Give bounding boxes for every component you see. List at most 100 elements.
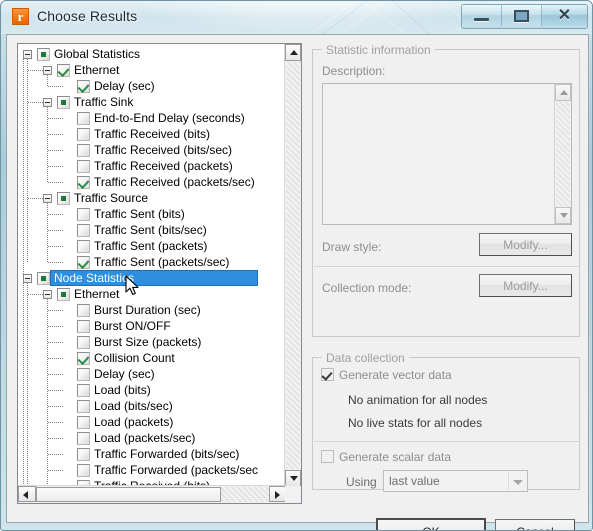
- window-controls: ✕: [461, 4, 588, 29]
- tree-row-checkbox[interactable]: [57, 192, 70, 205]
- tree-row[interactable]: End-to-End Delay (seconds): [18, 110, 287, 126]
- tree-row[interactable]: Traffic Sent (packets/sec): [18, 254, 287, 270]
- tree-row[interactable]: Traffic Sent (packets): [18, 238, 287, 254]
- tree-row[interactable]: Load (bits/sec): [18, 398, 287, 414]
- tree-row-checkbox[interactable]: [77, 176, 90, 189]
- tree-row[interactable]: Traffic Received (bits): [18, 126, 287, 142]
- tree-row-checkbox[interactable]: [77, 112, 90, 125]
- tree-row-checkbox[interactable]: [77, 128, 90, 141]
- tree-row-checkbox[interactable]: [57, 64, 70, 77]
- tree-row[interactable]: Load (bits): [18, 382, 287, 398]
- tree-collapse-icon[interactable]: [43, 290, 52, 299]
- tree-row[interactable]: Traffic Forwarded (packets/sec: [18, 462, 287, 478]
- minimize-button[interactable]: [462, 5, 502, 26]
- description-vscroll-track[interactable]: [556, 101, 570, 207]
- title-bar[interactable]: r Choose Results ✕: [1, 1, 592, 34]
- tree-row-label: Traffic Sent (packets): [94, 239, 208, 253]
- tree-row[interactable]: Traffic Forwarded (bits/sec): [18, 446, 287, 462]
- tree-collapse-icon[interactable]: [23, 50, 32, 59]
- scalar-using-combobox[interactable]: last value: [383, 470, 528, 492]
- restore-button[interactable]: [502, 5, 542, 26]
- tree-row-checkbox[interactable]: [77, 160, 90, 173]
- description-scroll-up-button[interactable]: [555, 84, 571, 101]
- generate-vector-data-checkbox[interactable]: [321, 368, 334, 381]
- tree-row[interactable]: Burst Size (packets): [18, 334, 287, 350]
- tree-row[interactable]: Ethernet: [18, 286, 287, 302]
- tree-row-label: Load (bits/sec): [94, 399, 173, 413]
- description-scroll-down-button[interactable]: [555, 207, 571, 224]
- tree-vertical-scrollbar[interactable]: [284, 44, 301, 487]
- tree-row-label: Collision Count: [94, 351, 175, 365]
- tree-row[interactable]: Node Statistics: [18, 270, 287, 286]
- tree-horizontal-scrollbar[interactable]: [18, 485, 287, 503]
- tree-row[interactable]: Traffic Received (bits/sec): [18, 142, 287, 158]
- tree-row-checkbox[interactable]: [77, 352, 90, 365]
- tree-row[interactable]: Burst Duration (sec): [18, 302, 287, 318]
- cancel-button[interactable]: Cancel: [495, 519, 575, 530]
- tree-row[interactable]: Traffic Sent (bits): [18, 206, 287, 222]
- tree-row-checkbox[interactable]: [77, 336, 90, 349]
- tree-row-checkbox[interactable]: [77, 224, 90, 237]
- tree-row-checkbox[interactable]: [37, 272, 50, 285]
- tree-row-checkbox[interactable]: [37, 48, 50, 61]
- tree-row-checkbox[interactable]: [77, 320, 90, 333]
- tree-collapse-icon[interactable]: [23, 274, 32, 283]
- tree-row[interactable]: Traffic Received (packets/sec): [18, 174, 287, 190]
- statistics-tree-panel: Global Statistics Ethernet Delay (sec) Traf…: [17, 43, 302, 504]
- tree-row-checkbox[interactable]: [77, 448, 90, 461]
- close-button[interactable]: ✕: [542, 5, 587, 26]
- tree-vscroll-thumb[interactable]: [285, 61, 301, 62]
- tree-row-checkbox[interactable]: [77, 384, 90, 397]
- tree-row-checkbox[interactable]: [77, 80, 90, 93]
- description-textbox[interactable]: [322, 83, 572, 225]
- tree-collapse-icon[interactable]: [43, 98, 52, 107]
- tree-row-container: Global Statistics Ethernet Delay (sec) Traf…: [18, 46, 287, 487]
- tree-vscroll-track[interactable]: [286, 62, 300, 469]
- tree-scroll-down-button[interactable]: [285, 470, 301, 487]
- scroll-up-arrow-icon: [290, 50, 298, 55]
- tree-row-checkbox[interactable]: [77, 208, 90, 221]
- description-vertical-scrollbar[interactable]: [554, 84, 571, 224]
- tree-row-checkbox[interactable]: [77, 400, 90, 413]
- tree-row[interactable]: Load (packets/sec): [18, 430, 287, 446]
- tree-row-checkbox[interactable]: [77, 432, 90, 445]
- collection-mode-modify-button[interactable]: Modify...: [479, 274, 572, 297]
- tree-row[interactable]: Load (packets): [18, 414, 287, 430]
- tree-row[interactable]: Collision Count: [18, 350, 287, 366]
- tree-scroll-left-button[interactable]: [18, 486, 36, 502]
- ok-button[interactable]: OK: [376, 518, 486, 530]
- tree-row-checkbox[interactable]: [77, 256, 90, 269]
- tree-row-checkbox[interactable]: [57, 96, 70, 109]
- tree-row[interactable]: Delay (sec): [18, 366, 287, 382]
- tree-row[interactable]: Ethernet: [18, 62, 287, 78]
- tree-row-checkbox[interactable]: [77, 464, 90, 477]
- tree-hscroll-thumb[interactable]: [36, 487, 221, 502]
- tree-row-label: Traffic Source: [74, 191, 149, 205]
- tree-row-checkbox[interactable]: [77, 240, 90, 253]
- scalar-using-dropdown-button[interactable]: [508, 472, 526, 490]
- tree-row[interactable]: Delay (sec): [18, 78, 287, 94]
- tree-row-label: Global Statistics: [54, 47, 141, 61]
- statistics-tree[interactable]: Global Statistics Ethernet Delay (sec) Traf…: [18, 44, 287, 487]
- tree-row[interactable]: Traffic Sent (bits/sec): [18, 222, 287, 238]
- tree-row-checkbox[interactable]: [77, 144, 90, 157]
- generate-scalar-data-checkbox[interactable]: [321, 450, 334, 463]
- tree-row-label: Burst ON/OFF: [94, 319, 171, 333]
- tree-row[interactable]: Global Statistics: [18, 46, 287, 62]
- tree-row-checkbox[interactable]: [77, 304, 90, 317]
- draw-style-modify-button[interactable]: Modify...: [479, 233, 572, 256]
- tree-row[interactable]: Traffic Source: [18, 190, 287, 206]
- tree-row-checkbox[interactable]: [77, 368, 90, 381]
- tree-row[interactable]: Traffic Sink: [18, 94, 287, 110]
- tree-scroll-up-button[interactable]: [285, 44, 301, 61]
- tree-collapse-icon[interactable]: [43, 66, 52, 75]
- tree-collapse-icon[interactable]: [43, 194, 52, 203]
- tree-row-checkbox[interactable]: [77, 416, 90, 429]
- tree-row-label: Traffic Received (packets): [94, 159, 233, 173]
- no-live-stats-note: No live stats for all nodes: [348, 416, 483, 430]
- description-label: Description:: [322, 64, 386, 78]
- generate-scalar-data-label: Generate scalar data: [339, 450, 452, 464]
- tree-row[interactable]: Traffic Received (packets): [18, 158, 287, 174]
- tree-row[interactable]: Burst ON/OFF: [18, 318, 287, 334]
- tree-row-checkbox[interactable]: [57, 288, 70, 301]
